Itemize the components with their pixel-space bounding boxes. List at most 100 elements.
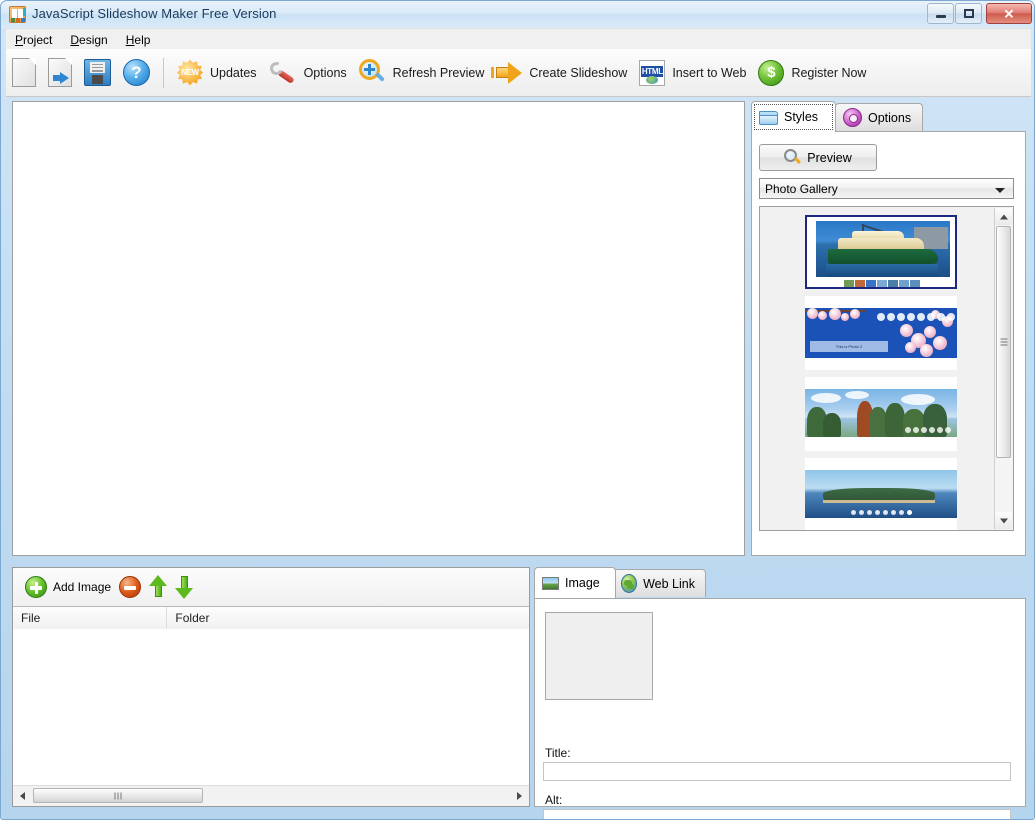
grip-icon	[114, 792, 122, 799]
triangle-down-icon	[999, 518, 1008, 523]
tab-styles[interactable]: Styles	[751, 101, 836, 132]
style-thumbnail-autumn-trees-gallery[interactable]	[805, 377, 957, 451]
hscroll-left-button[interactable]	[14, 787, 31, 804]
image-preview-placeholder	[545, 612, 653, 700]
triangle-up-icon	[999, 214, 1008, 219]
plus-circle-icon	[25, 576, 47, 598]
create-slideshow-button[interactable]: Create Slideshow	[491, 53, 632, 93]
open-project-icon	[48, 58, 72, 87]
styles-panel: Styles Options Preview Photo Gallery Thi…	[751, 101, 1026, 556]
tab-image[interactable]: Image	[534, 567, 616, 598]
close-button[interactable]: ✕	[986, 3, 1032, 24]
globe-icon	[621, 574, 638, 593]
app-icon	[9, 6, 26, 23]
preview-button-label: Preview	[807, 150, 852, 165]
arrow-up-icon	[149, 575, 168, 599]
move-up-button[interactable]	[145, 572, 171, 602]
toolbar-separator	[163, 57, 164, 88]
html-insert-icon: HTML	[639, 59, 666, 86]
save-project-icon	[84, 59, 111, 86]
menu-label-design: esign	[79, 32, 108, 47]
magnify-preview-icon	[784, 149, 802, 166]
column-header-file[interactable]: File	[13, 607, 168, 629]
register-now-label: Register Now	[791, 65, 867, 80]
maximize-icon	[964, 9, 974, 18]
remove-image-button[interactable]	[115, 572, 145, 602]
column-header-folder[interactable]: Folder	[167, 607, 529, 629]
new-project-icon	[12, 58, 36, 87]
help-icon: ?	[123, 59, 150, 86]
alt-label: Alt:	[545, 793, 563, 807]
preview-button[interactable]: Preview	[759, 144, 877, 171]
application-window: JavaScript Slideshow Maker Free Version …	[0, 0, 1035, 820]
grip-icon	[1000, 337, 1007, 348]
menu-item-design[interactable]: Design	[61, 31, 116, 49]
properties-panel-body: Title: Alt:	[534, 598, 1026, 819]
save-project-button[interactable]	[79, 53, 116, 93]
chevron-down-icon	[995, 188, 1005, 193]
tab-options-label: Options	[868, 110, 912, 125]
close-icon: ✕	[1003, 6, 1015, 21]
updates-label: Updates	[210, 65, 257, 80]
hscroll-right-button[interactable]	[511, 787, 528, 804]
style-thumbnail-photo-gallery-ferry[interactable]	[805, 215, 957, 289]
main-toolbar: ? NEW Updates Options Refresh Preview Cr…	[6, 49, 1031, 97]
title-field[interactable]	[543, 762, 1011, 781]
add-image-button[interactable]: Add Image	[21, 572, 115, 602]
style-select-value: Photo Gallery	[765, 181, 838, 196]
refresh-preview-button[interactable]: Refresh Preview	[354, 53, 490, 93]
photo-icon	[542, 576, 559, 590]
triangle-right-icon	[517, 791, 522, 800]
updates-button[interactable]: NEW Updates	[172, 53, 262, 93]
image-list-panel: Add Image File Folder	[12, 567, 530, 807]
wrench-options-icon	[267, 59, 297, 86]
slideshow-preview-area[interactable]	[12, 101, 745, 556]
move-down-button[interactable]	[171, 572, 197, 602]
thumbnail-list-scrollbar[interactable]	[994, 208, 1012, 529]
style-select-dropdown[interactable]: Photo Gallery	[759, 178, 1014, 199]
title-label: Title:	[545, 746, 571, 760]
scroll-up-button[interactable]	[995, 208, 1012, 225]
alt-field[interactable]	[543, 809, 1011, 819]
styles-tabstrip: Styles Options	[751, 101, 1026, 132]
maximize-button[interactable]	[955, 3, 982, 24]
style-thumbnail-island-gallery[interactable]	[805, 458, 957, 530]
image-list-header: File Folder	[13, 607, 529, 630]
menu-item-project[interactable]: Project	[6, 31, 61, 49]
new-project-button[interactable]	[7, 53, 41, 93]
add-image-label: Add Image	[53, 580, 112, 594]
window-title: JavaScript Slideshow Maker Free Version	[32, 6, 277, 21]
open-project-button[interactable]	[43, 53, 77, 93]
styles-panel-body: Preview Photo Gallery This is Photo 2	[751, 131, 1026, 556]
register-now-button[interactable]: $ Register Now	[753, 53, 871, 93]
options-label: Options	[303, 65, 347, 80]
minimize-button[interactable]	[927, 3, 954, 24]
image-properties-panel: Image Web Link Title: Alt:	[534, 567, 1026, 819]
gear-icon	[843, 108, 862, 127]
triangle-left-icon	[20, 791, 25, 800]
image-list-body[interactable]	[13, 629, 529, 785]
hscrollbar-thumb[interactable]	[33, 788, 203, 803]
scroll-down-button[interactable]	[995, 512, 1012, 529]
menu-label-help: elp	[134, 32, 151, 47]
minimize-icon	[936, 15, 946, 18]
help-button[interactable]: ?	[118, 53, 155, 93]
arrow-create-icon	[491, 61, 523, 84]
scrollbar-thumb[interactable]	[996, 226, 1011, 458]
menu-bar: Project Design Help	[6, 28, 1031, 50]
insert-to-web-button[interactable]: HTML Insert to Web	[634, 53, 751, 93]
image-list-horizontal-scrollbar[interactable]	[13, 785, 529, 806]
minus-circle-icon	[119, 576, 142, 598]
options-button[interactable]: Options	[264, 53, 352, 93]
tab-web-link[interactable]: Web Link	[613, 569, 706, 597]
refresh-preview-label: Refresh Preview	[392, 65, 485, 80]
tab-web-link-label: Web Link	[643, 576, 695, 591]
title-bar: JavaScript Slideshow Maker Free Version …	[1, 1, 1034, 28]
style-thumbnail-blue-blossom-gallery[interactable]: This is Photo 2	[805, 296, 957, 370]
style-thumbnail-list[interactable]: This is Photo 2	[759, 206, 1014, 531]
menu-item-help[interactable]: Help	[117, 31, 160, 49]
insert-to-web-label: Insert to Web	[672, 65, 747, 80]
arrow-down-icon	[175, 575, 194, 599]
tab-options[interactable]: Options	[835, 103, 923, 131]
properties-tabstrip: Image Web Link	[534, 567, 1026, 598]
